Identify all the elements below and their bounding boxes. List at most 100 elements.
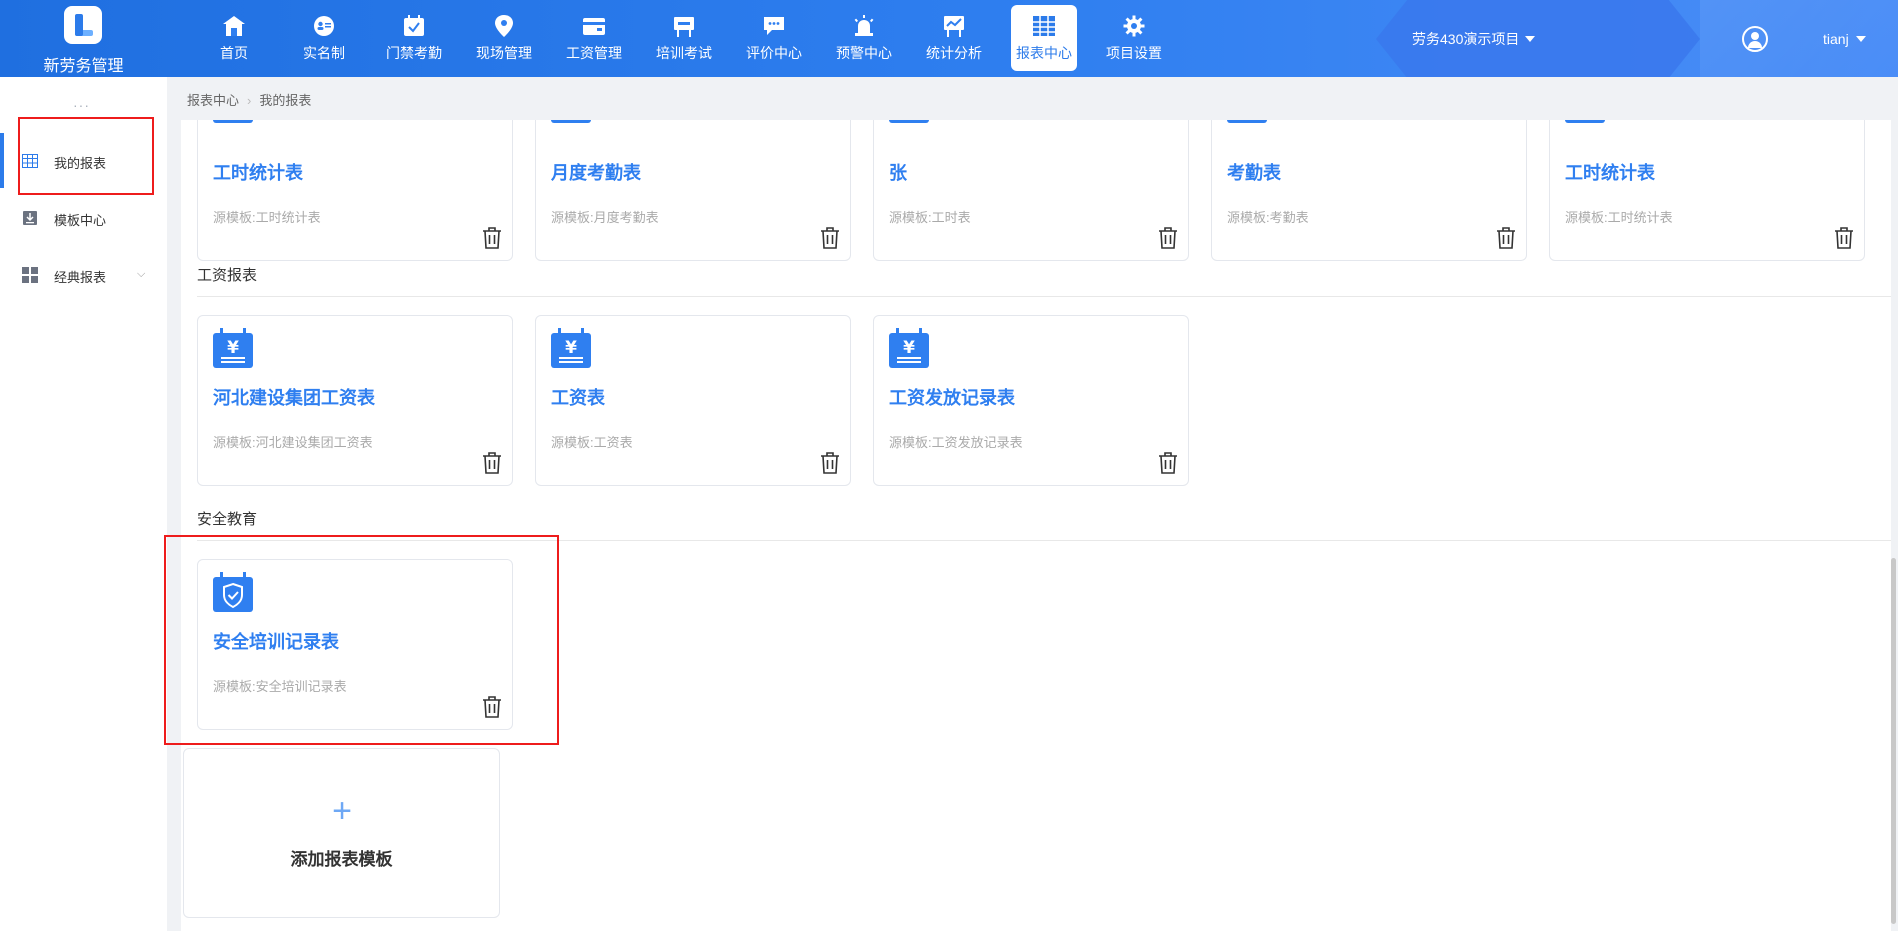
trash-icon[interactable]: [1158, 227, 1178, 249]
report-title[interactable]: 工资发放记录表: [889, 384, 1015, 410]
nav-label: 首页: [220, 45, 248, 61]
nav-label: 预警中心: [836, 45, 892, 61]
report-source: 源模板:工资表: [551, 435, 633, 450]
highlight-box-safety-card: [164, 535, 559, 745]
home-icon: [223, 16, 245, 36]
add-report-template-label: 添加报表模板: [290, 850, 393, 869]
report-icon: [1227, 120, 1267, 123]
trash-icon[interactable]: [1496, 227, 1516, 249]
report-title[interactable]: 工时统计表: [1565, 159, 1655, 185]
report-title[interactable]: 张: [889, 159, 907, 185]
add-report-template-button[interactable]: + 添加报表模板: [183, 748, 500, 918]
gear-icon: [1123, 15, 1145, 37]
nav-label: 统计分析: [926, 45, 982, 61]
breadcrumb-separator-icon: ›: [247, 93, 252, 108]
section-title: 安全教育: [197, 511, 258, 528]
report-icon: [1565, 120, 1605, 123]
project-selector[interactable]: 劳务430演示项目: [1412, 29, 1535, 49]
report-card[interactable]: ¥ 工资表 源模板:工资表: [535, 315, 851, 486]
nav-label: 报表中心: [1016, 45, 1072, 61]
grid-icon: [22, 267, 38, 283]
main-area: 报表中心 › 我的报表 工时统计表 源模板:工时统计表 月度考勤表 源模板:月度考勤…: [167, 77, 1898, 931]
nav-item-salary[interactable]: 工资管理: [549, 5, 639, 71]
trash-icon[interactable]: [1158, 452, 1178, 474]
nav-label: 门禁考勤: [386, 45, 442, 61]
svg-text:¥: ¥: [227, 338, 239, 358]
nav-item-realname[interactable]: 实名制: [279, 5, 369, 71]
nav-label: 评价中心: [746, 45, 802, 61]
nav-item-warning[interactable]: 预警中心: [819, 5, 909, 71]
report-source: 源模板:月度考勤表: [551, 210, 659, 225]
easel-icon: [674, 17, 694, 37]
sidebar-item-template-center[interactable]: 模板中心: [0, 197, 167, 237]
wallet-icon: [583, 18, 605, 35]
svg-text:¥: ¥: [565, 338, 577, 358]
section-title: 工资报表: [197, 267, 258, 284]
report-icon: [889, 120, 929, 123]
trash-icon[interactable]: [820, 227, 840, 249]
brand-name: 新劳务管理: [43, 58, 124, 75]
nav-item-report-center[interactable]: 报表中心: [1011, 5, 1077, 71]
breadcrumb-item-report-center[interactable]: 报表中心: [187, 93, 239, 108]
report-card[interactable]: 月度考勤表 源模板:月度考勤表: [535, 120, 851, 261]
report-source: 源模板:工资发放记录表: [889, 435, 1023, 450]
breadcrumb: 报表中心 › 我的报表: [187, 90, 311, 109]
id-card-icon: [314, 16, 334, 36]
report-source: 源模板:工时统计表: [213, 210, 321, 225]
salary-report-icon: ¥: [213, 328, 253, 368]
nav-item-training[interactable]: 培训考试: [639, 5, 729, 71]
nav-label: 培训考试: [656, 45, 712, 61]
report-card[interactable]: 工时统计表 源模板:工时统计表: [197, 120, 513, 261]
sidebar-collapse-handle[interactable]: ···: [73, 97, 90, 113]
brand[interactable]: 新劳务管理: [0, 0, 167, 77]
trash-icon[interactable]: [820, 452, 840, 474]
nav-item-attendance[interactable]: 门禁考勤: [369, 5, 459, 71]
report-icon: [213, 120, 253, 123]
nav-label: 现场管理: [476, 45, 532, 61]
nav-item-evaluation[interactable]: 评价中心: [729, 5, 819, 71]
vertical-scrollbar[interactable]: [1891, 558, 1896, 924]
plus-icon: +: [332, 792, 352, 830]
trash-icon[interactable]: [1834, 227, 1854, 249]
report-title[interactable]: 月度考勤表: [551, 159, 641, 185]
report-title[interactable]: 工资表: [551, 384, 605, 410]
user-menu[interactable]: tianj: [1823, 31, 1866, 47]
header-decoration: [1700, 0, 1898, 77]
section-divider: [197, 296, 1891, 297]
report-card[interactable]: ¥ 工资发放记录表 源模板:工资发放记录表: [873, 315, 1189, 486]
nav-item-project-settings[interactable]: 项目设置: [1089, 5, 1179, 71]
report-card[interactable]: 张 源模板:工时表: [873, 120, 1189, 261]
nav-label: 实名制: [303, 45, 345, 61]
report-card[interactable]: 工时统计表 源模板:工时统计表: [1549, 120, 1865, 261]
app-logo-icon: [64, 6, 102, 44]
report-icon: [551, 120, 591, 123]
nav-item-site[interactable]: 现场管理: [459, 5, 549, 71]
report-title[interactable]: 河北建设集团工资表: [213, 384, 375, 410]
trash-icon[interactable]: [482, 452, 502, 474]
report-source: 源模板:工时统计表: [1565, 210, 1673, 225]
report-source: 源模板:工时表: [889, 210, 971, 225]
sidebar-item-classic-reports[interactable]: 经典报表 ⌵: [0, 254, 167, 294]
user-avatar-icon[interactable]: [1742, 26, 1768, 52]
chevron-down-icon[interactable]: ⌵: [137, 268, 145, 281]
sidebar: ··· 我的报表 模板中心 经典报表 ⌵: [0, 77, 167, 931]
location-pin-icon: [495, 15, 513, 37]
chat-icon: [764, 17, 784, 35]
report-card[interactable]: 考勤表 源模板:考勤表: [1211, 120, 1527, 261]
grid-table-icon: [1033, 16, 1055, 36]
top-navigation-bar: 新劳务管理 首页 实名制 门禁考勤 现场管理 工资管理 培训考试 评价中心 预警…: [0, 0, 1898, 77]
report-source: 源模板:考勤表: [1227, 210, 1309, 225]
report-source: 源模板:河北建设集团工资表: [213, 435, 373, 450]
report-title[interactable]: 工时统计表: [213, 159, 303, 185]
report-title[interactable]: 考勤表: [1227, 159, 1281, 185]
main-nav: 首页 实名制 门禁考勤 现场管理 工资管理 培训考试 评价中心 预警中心 统计分…: [189, 5, 1179, 71]
breadcrumb-item-my-reports: 我的报表: [259, 93, 312, 108]
nav-item-statistics[interactable]: 统计分析: [909, 5, 999, 71]
salary-report-icon: ¥: [889, 328, 929, 368]
report-card[interactable]: ¥ 河北建设集团工资表 源模板:河北建设集团工资表: [197, 315, 513, 486]
sidebar-item-label: 模板中心: [54, 213, 107, 228]
nav-item-home[interactable]: 首页: [189, 5, 279, 71]
report-list: 工时统计表 源模板:工时统计表 月度考勤表 源模板:月度考勤表 张 源模板:工时…: [181, 120, 1891, 931]
chart-board-icon: [944, 16, 964, 37]
trash-icon[interactable]: [482, 227, 502, 249]
